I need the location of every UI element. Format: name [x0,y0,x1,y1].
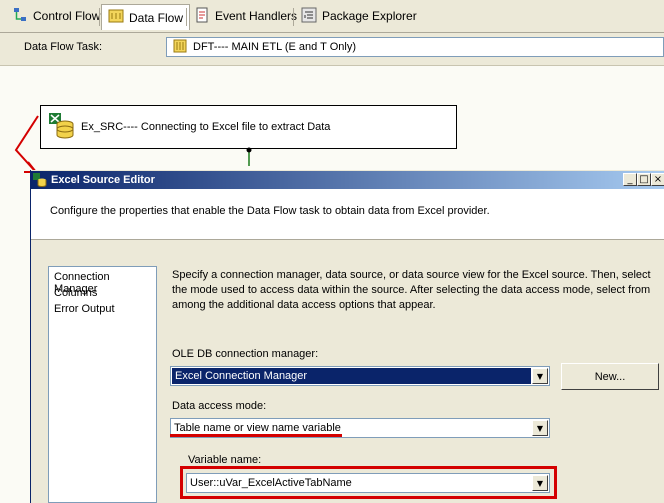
variable-name-label: Variable name: [188,454,262,466]
connection-manager-select[interactable]: Excel Connection Manager ▼ [170,366,550,386]
editor-page-list: Connection Manager Columns Error Output [48,266,157,503]
new-connection-button[interactable]: New... [561,363,659,390]
annotation-arrow [14,115,39,171]
dialog-titlebar[interactable]: Excel Source Editor [30,171,664,189]
new-button-label: New... [594,370,626,383]
minimize-icon[interactable]: _ [623,173,637,186]
maximize-icon[interactable]: □ [637,173,651,186]
excel-source-editor-icon [33,173,47,187]
connection-manager-label: OLE DB connection manager: [172,348,319,360]
data-access-mode-value: Table name or view name variable [174,422,341,434]
dialog-description: Configure the properties that enable the… [50,205,490,217]
variable-name-select[interactable]: User::uVar_ExcelActiveTabName ▼ [186,473,550,493]
variable-name-value: User::uVar_ExcelActiveTabName [190,477,352,489]
help-text: Specify a connection manager, data sourc… [172,269,651,311]
dialog-title: Excel Source Editor [51,174,155,186]
data-access-mode-label: Data access mode: [172,400,267,412]
output-path-handle [246,147,252,153]
nav-item-error-output[interactable]: Error Output [54,303,115,315]
connection-manager-value: Excel Connection Manager [172,368,531,384]
nav-item-columns[interactable]: Columns [54,287,97,299]
annotation-underline [170,434,342,437]
close-icon[interactable]: × [651,173,664,186]
dropdown-arrow-icon[interactable]: ▼ [532,368,548,384]
dropdown-arrow-icon[interactable]: ▼ [532,475,548,491]
dropdown-arrow-icon[interactable]: ▼ [532,420,548,436]
